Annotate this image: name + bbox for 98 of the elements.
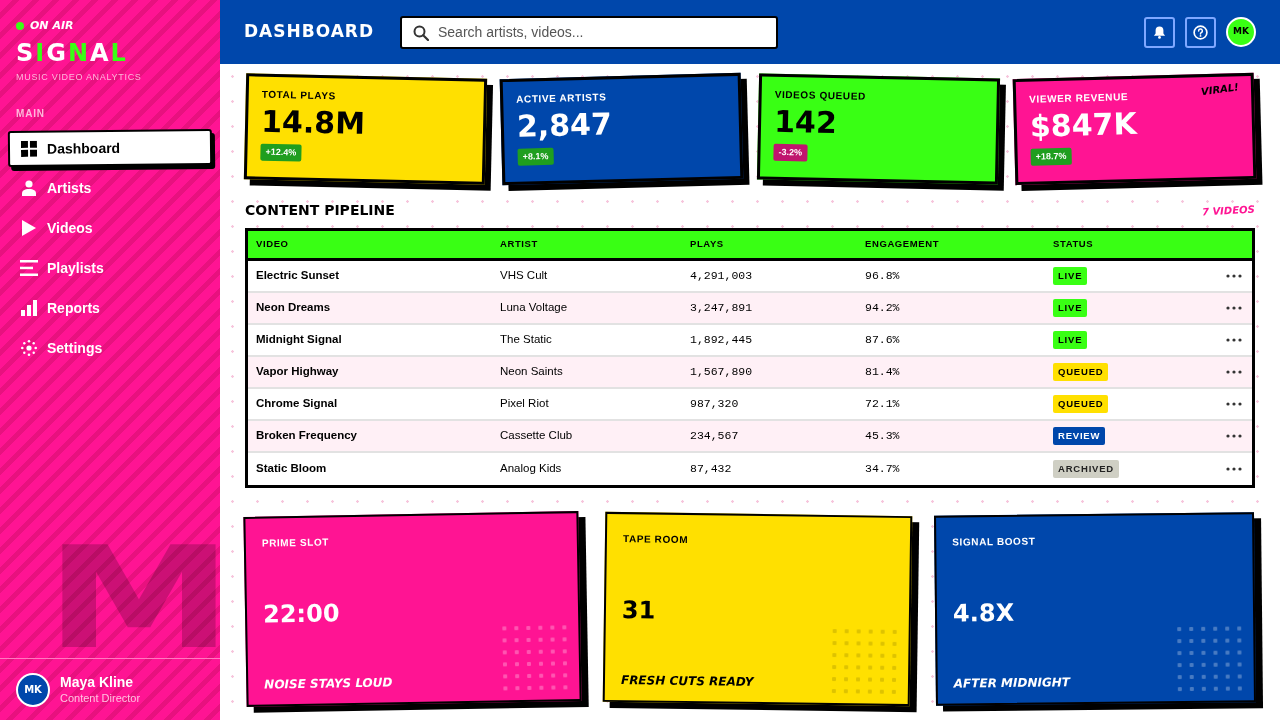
more-icon[interactable] [1226,370,1242,374]
play-icon [22,220,36,236]
search-field[interactable]: Search artists, videos... [400,15,778,49]
table-cell-text: The Static [500,332,552,348]
table-cell-text: Cassette Club [500,428,573,444]
highlight-tagline: AFTER MIDNIGHT [953,674,1071,692]
table-cell-text: 96.8% [865,268,900,285]
more-icon[interactable] [1226,434,1242,438]
table-cell-text: 81.4% [865,364,900,381]
table-cell-text: Pixel Riot [500,396,549,412]
more-icon[interactable] [1226,467,1242,471]
nav-item[interactable]: Playlists [8,250,212,286]
section-label: MAIN [16,107,45,121]
table-cell-text: Neon Dreams [256,300,331,316]
more-icon[interactable] [1226,274,1242,278]
table-cell-text: 94.2% [865,300,900,317]
person-icon [22,180,36,196]
table-cell-text: 4,291,003 [690,268,753,285]
status-tag: REVIEW [1053,427,1106,445]
nav-item[interactable]: Dashboard [7,128,213,168]
table-cell-text: 34.7% [865,461,900,478]
status-tag: LIVE [1053,267,1088,285]
highlight-label: TAPE ROOM [622,532,689,546]
table-cell-text: 3,247,891 [690,300,753,317]
nav-item[interactable]: Artists [8,170,212,206]
change-tag: +8.1% [517,147,554,166]
video-count: 7 VIDEOS [1201,202,1256,219]
table-cell-text: Midnight Signal [256,332,342,348]
table-cell-text: Static Bloom [256,461,327,477]
table-cell-text: Luna Voltage [500,300,568,316]
table-cell-text: Neon Saints [500,364,563,380]
status-tag: QUEUED [1053,395,1109,413]
nav-item[interactable]: Reports [8,290,212,326]
stat-label: ACTIVE ARTISTS [516,90,607,106]
table-cell-text: Electric Sunset [256,268,340,284]
change-tag: -3.2% [772,143,807,162]
user-role: Content Director [60,691,141,705]
status-tag: QUEUED [1053,363,1109,381]
change-tag: +12.4% [260,143,302,162]
column-header: STATUS [1053,237,1094,252]
column-header: PLAYS [690,237,724,252]
nav-item[interactable]: Videos [8,210,212,246]
user-name: Maya Kline [60,674,135,691]
table-cell-text: 87,432 [690,461,732,478]
stat-label: TOTAL PLAYS [261,87,336,103]
column-header: ARTIST [500,237,538,252]
app-tagline: MUSIC VIDEO ANALYTICS [16,71,142,83]
table-cell-text: Chrome Signal [256,396,338,412]
stat-value: 2,847 [516,106,613,145]
table-cell-text: Analog Kids [500,461,562,477]
list-icon [20,260,38,276]
search-icon [413,24,429,41]
highlight-label: PRIME SLOT [261,535,330,550]
stat-value: 14.8M [260,103,366,142]
bell-icon [1153,25,1166,39]
status-tag: LIVE [1053,299,1088,317]
table-cell-text: 45.3% [865,428,900,445]
nav-item[interactable]: Settings [8,330,212,366]
highlight-tagline: NOISE STAYS LOUD [264,674,393,693]
table-cell-text: 72.1% [865,396,900,413]
on-air-label: ON AIR [30,19,74,33]
highlight-tagline: FRESH CUTS READY [620,672,754,690]
more-icon[interactable] [1226,306,1242,310]
highlight-value: 22:00 [262,598,340,631]
help-icon [1193,24,1208,40]
more-icon[interactable] [1226,402,1242,406]
status-tag: ARCHIVED [1053,460,1119,478]
notifications-button[interactable] [1144,16,1175,48]
section-title: CONTENT PIPELINE [245,200,395,220]
highlight-value: 31 [621,595,656,627]
change-tag: +18.7% [1030,147,1072,166]
stat-label: VIEWER REVENUE [1028,90,1129,106]
stat-label: VIDEOS QUEUED [774,87,866,103]
help-button[interactable] [1185,16,1216,48]
column-header: ENGAGEMENT [865,237,940,252]
page-title: DASHBOARD [244,20,375,44]
highlight-value: 4.8X [952,597,1015,630]
column-header: VIDEO [256,237,289,252]
status-tag: LIVE [1053,331,1088,349]
profile-avatar[interactable]: MK [1226,17,1256,47]
table-cell-text: 1,892,445 [690,332,753,349]
highlight-label: SIGNAL BOOST [952,534,1036,549]
user-avatar: MK [16,672,50,707]
stat-value: 142 [773,103,837,142]
stat-value: $847K [1029,105,1137,145]
viral-label: VIRAL! [1200,80,1240,100]
table-cell-text: 87.6% [865,332,900,349]
grid-icon [20,140,38,157]
bar-chart-icon [21,300,37,316]
table-cell-text: VHS Cult [500,268,548,284]
table-cell-text: 1,567,890 [690,364,753,381]
table-cell-text: 987,320 [690,396,739,413]
logo: S I G NAL [16,40,128,66]
more-icon[interactable] [1226,338,1242,342]
settings-icon [21,340,37,356]
table-cell-text: 234,567 [690,428,739,445]
table-cell-text: Broken Frequency [256,428,357,444]
table-cell-text: Vapor Highway [256,364,339,380]
